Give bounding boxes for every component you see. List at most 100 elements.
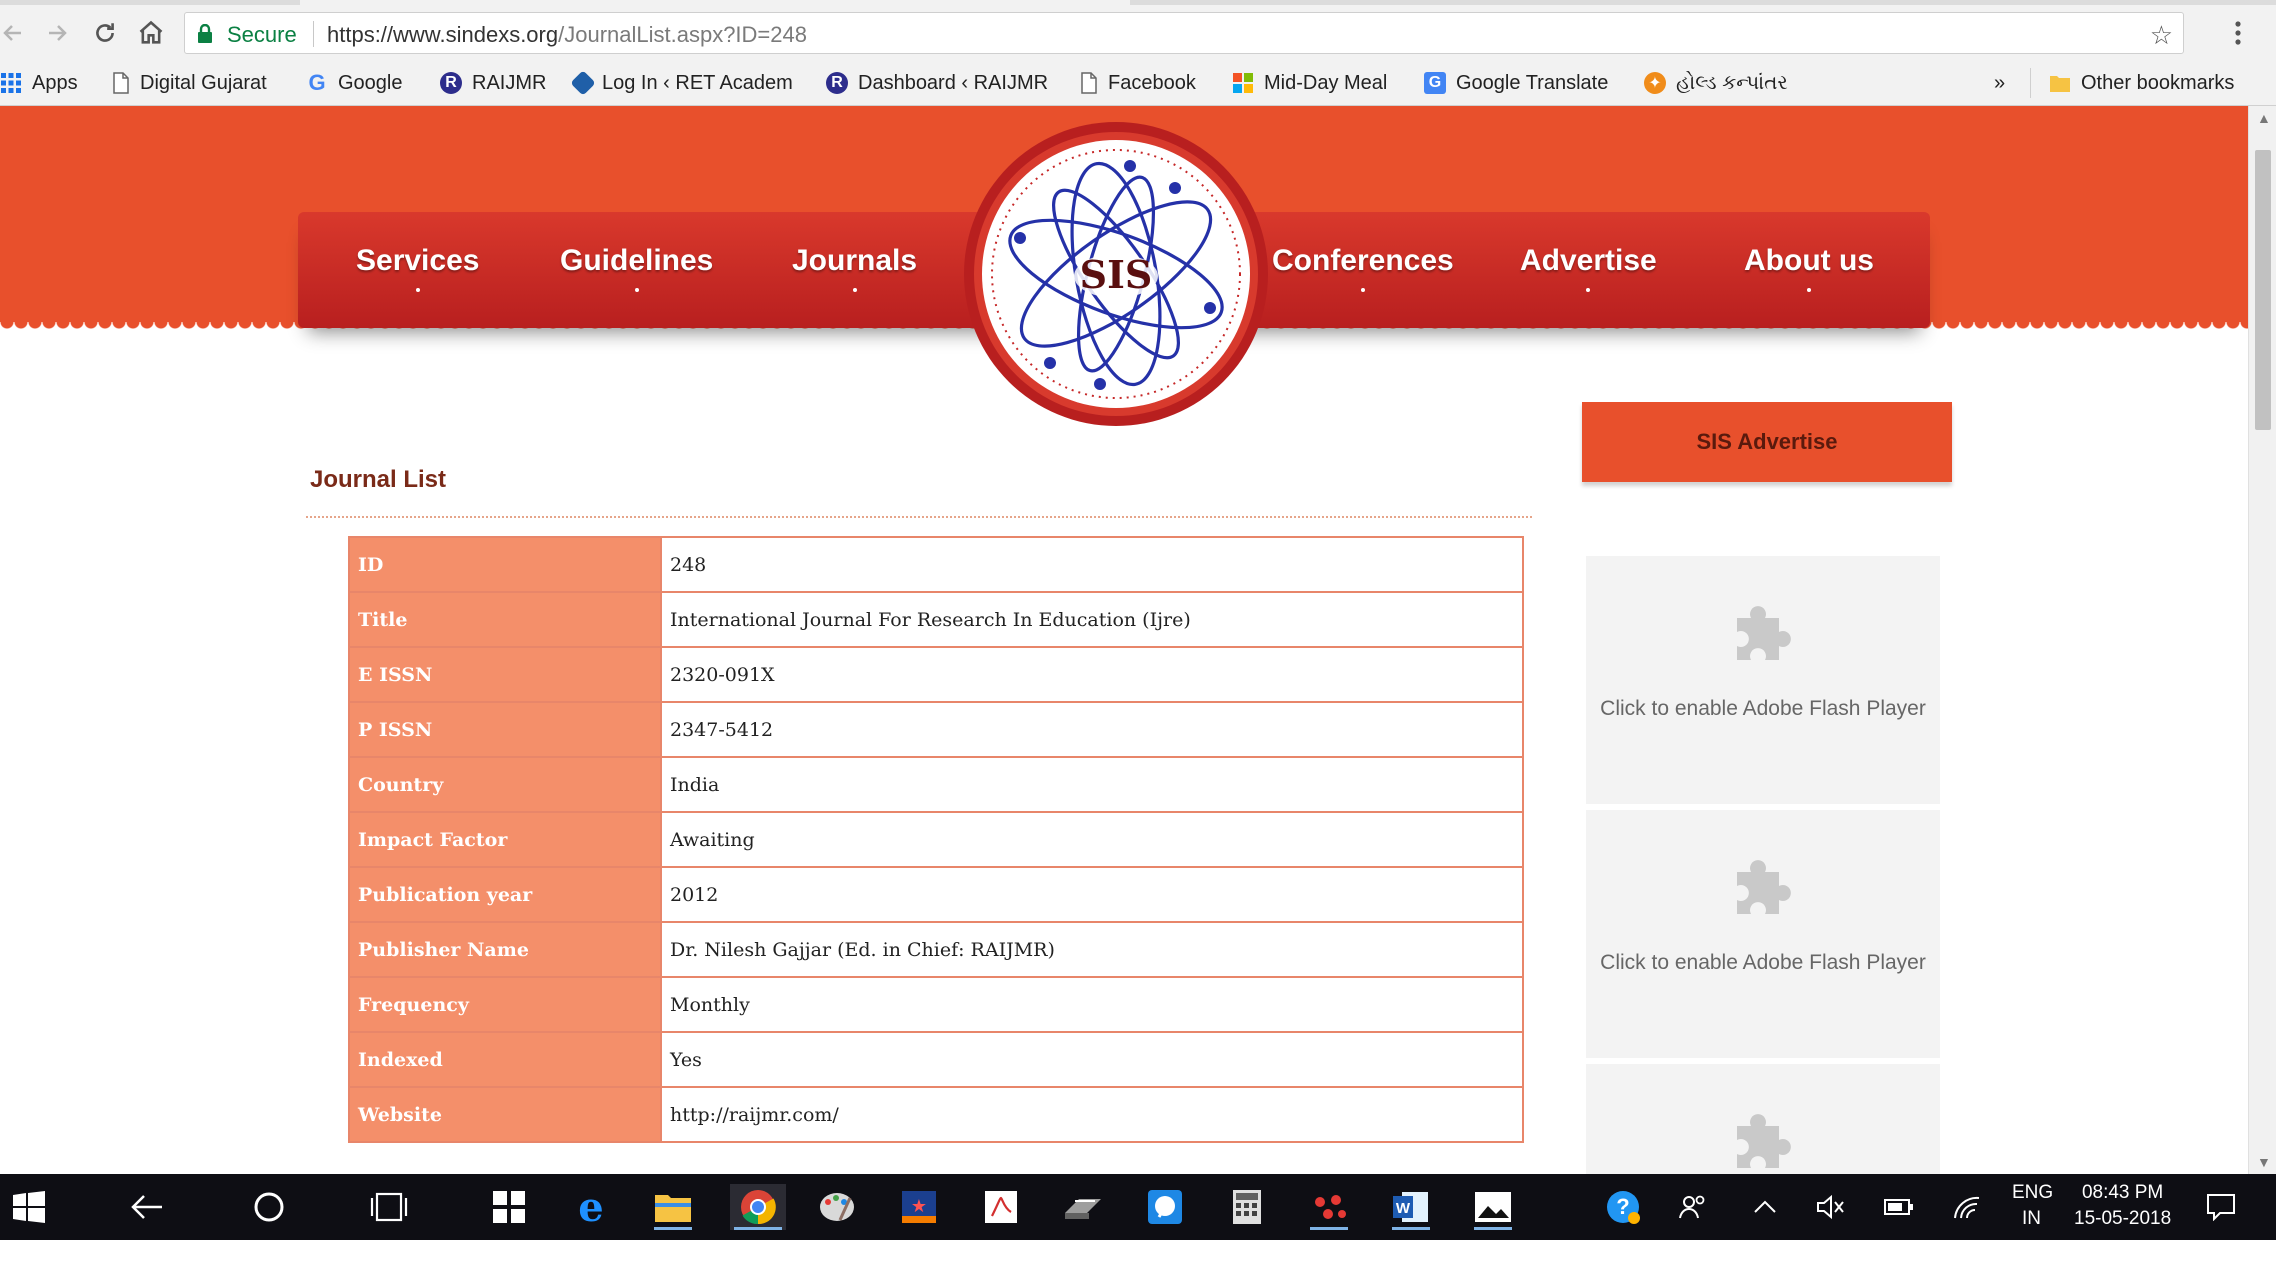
- raijmr-icon: R: [440, 72, 462, 94]
- scrollbar-thumb[interactable]: [2255, 150, 2271, 430]
- secure-label: Secure: [227, 22, 297, 47]
- home-icon: [139, 20, 163, 44]
- screen-bottom-margin: [0, 1240, 2276, 1278]
- nav-about-us[interactable]: About us: [1744, 244, 1874, 292]
- taskbar-scanner[interactable]: [1060, 1184, 1106, 1230]
- other-bookmarks[interactable]: Other bookmarks: [2030, 68, 2234, 98]
- nav-guidelines[interactable]: Guidelines: [560, 244, 713, 292]
- nav-dropdown-dot-icon: [1360, 288, 1365, 292]
- tray-wifi-button[interactable]: [1944, 1184, 1990, 1230]
- start-button[interactable]: [6, 1184, 52, 1230]
- table-row: Country India: [348, 756, 1524, 813]
- page-icon: [113, 72, 129, 94]
- website-link[interactable]: http://raijmr.com/: [660, 1086, 1524, 1143]
- field-value: Yes: [660, 1031, 1524, 1088]
- taskbar-acrobat[interactable]: [978, 1184, 1024, 1230]
- taskbar-network-app[interactable]: [1306, 1184, 1352, 1230]
- nav-conferences[interactable]: Conferences: [1272, 244, 1454, 292]
- bookmarks-overflow-button[interactable]: »: [1994, 68, 2005, 98]
- address-bar[interactable]: Secure https://www.sindexs.org/JournalLi…: [184, 12, 2184, 54]
- table-row: Frequency Monthly: [348, 976, 1524, 1033]
- windows-logo-icon: [13, 1191, 45, 1223]
- forward-button[interactable]: [40, 16, 74, 50]
- raijmr-icon: R: [826, 72, 848, 94]
- bookmark-google-translate[interactable]: G Google Translate: [1424, 68, 1608, 98]
- sis-advertise-button[interactable]: SIS Advertise: [1582, 402, 1952, 482]
- field-label: Frequency: [348, 976, 662, 1033]
- bookmark-apps[interactable]: Apps: [0, 68, 78, 98]
- nav-journals[interactable]: Journals: [792, 244, 917, 292]
- taskbar-chrome[interactable]: [730, 1184, 786, 1230]
- nav-dropdown-dot-icon: [415, 288, 420, 292]
- chat-bubble-icon: [1148, 1190, 1182, 1224]
- table-row: Publisher Name Dr. Nilesh Gajjar (Ed. in …: [348, 921, 1524, 978]
- url-text[interactable]: https://www.sindexs.org/JournalList.aspx…: [327, 22, 807, 48]
- field-label: E ISSN: [348, 646, 662, 703]
- volume-muted-icon: [1817, 1194, 1844, 1220]
- tray-volume-button[interactable]: [1808, 1184, 1854, 1230]
- ret-icon: [570, 70, 596, 96]
- clock[interactable]: 08:43 PM 15-05-2018: [2074, 1182, 2171, 1230]
- tray-help-icon[interactable]: ?: [1600, 1184, 1646, 1230]
- bookmark-label: Mid-Day Meal: [1264, 71, 1388, 94]
- taskbar-calculator[interactable]: [1224, 1184, 1270, 1230]
- nav-services[interactable]: Services: [356, 244, 479, 292]
- chrome-icon: [741, 1190, 776, 1225]
- overflow-chevron-icon: »: [1994, 71, 2006, 94]
- taskbar-file-explorer[interactable]: [650, 1184, 696, 1230]
- page-scrollbar[interactable]: ▲ ▼: [2248, 106, 2276, 1174]
- home-button[interactable]: [134, 16, 168, 50]
- sis-logo[interactable]: SIS: [960, 118, 1272, 430]
- field-value: Awaiting: [660, 811, 1524, 868]
- tray-people-icon[interactable]: [1670, 1184, 1716, 1230]
- bookmark-gujarati[interactable]: ✦ હોલ્ડ કન્પાંતર: [1644, 68, 1788, 98]
- browser-menu-button[interactable]: [2234, 20, 2242, 51]
- tray-show-hidden-button[interactable]: [1742, 1184, 1788, 1230]
- table-row: Impact Factor Awaiting: [348, 811, 1524, 868]
- field-label: Publication year: [348, 866, 662, 923]
- bookmark-dashboard-raijmr[interactable]: R Dashboard ‹ RAIJMR: [826, 68, 1048, 98]
- bookmark-raijmr[interactable]: R RAIJMR: [440, 68, 546, 98]
- cortana-circle-icon: [254, 1192, 284, 1222]
- action-center-button[interactable]: [2198, 1184, 2244, 1230]
- language-indicator[interactable]: ENG IN: [2012, 1182, 2053, 1230]
- taskbar-back-button[interactable]: [124, 1184, 170, 1230]
- taskbar-photos[interactable]: [1470, 1184, 1516, 1230]
- taskbar-chat-app[interactable]: [1142, 1184, 1188, 1230]
- flash-placeholder[interactable]: [1586, 1064, 1940, 1174]
- bookmark-star-icon[interactable]: ☆: [2150, 20, 2173, 51]
- back-button[interactable]: [0, 16, 30, 50]
- flash-placeholder[interactable]: Click to enable Adobe Flash Player: [1586, 556, 1940, 804]
- taskbar-paint[interactable]: [814, 1184, 860, 1230]
- bookmark-google[interactable]: G Google: [306, 68, 402, 98]
- page-title: Journal List: [310, 466, 447, 493]
- nav-advertise[interactable]: Advertise: [1520, 244, 1657, 292]
- table-row: ID 248: [348, 536, 1524, 593]
- flash-placeholder[interactable]: Click to enable Adobe Flash Player: [1586, 810, 1940, 1058]
- bookmark-label: Digital Gujarat: [140, 71, 267, 94]
- lock-icon: [198, 24, 212, 43]
- taskbar-app-store[interactable]: [486, 1184, 532, 1230]
- tray-battery-button[interactable]: [1876, 1184, 1922, 1230]
- cortana-button[interactable]: [246, 1184, 292, 1230]
- bookmark-facebook[interactable]: Facebook: [1080, 68, 1196, 98]
- translate-icon: G: [1424, 72, 1446, 94]
- scroll-up-arrow-icon[interactable]: ▲: [2257, 110, 2271, 126]
- scroll-down-arrow-icon[interactable]: ▼: [2257, 1154, 2271, 1170]
- puzzle-plugin-icon: [1737, 606, 1791, 660]
- journal-details-table: ID 248 Title International Journal For Res…: [348, 536, 1524, 1143]
- taskbar-word[interactable]: W: [1388, 1184, 1434, 1230]
- reload-button[interactable]: [88, 16, 122, 50]
- field-value: India: [660, 756, 1524, 813]
- task-view-button[interactable]: [366, 1184, 412, 1230]
- taskbar-app-star[interactable]: ★: [896, 1184, 942, 1230]
- taskbar-edge[interactable]: e: [568, 1184, 614, 1231]
- table-row: Website http://raijmr.com/: [348, 1086, 1524, 1143]
- active-tab[interactable]: [300, 0, 1130, 5]
- bookmark-mid-day-meal[interactable]: Mid-Day Meal: [1232, 68, 1387, 98]
- bookmark-ret-academy[interactable]: Log In ‹ RET Academ: [570, 68, 793, 98]
- task-view-icon: [370, 1192, 408, 1222]
- bookmark-digital-gujarat[interactable]: Digital Gujarat: [112, 68, 267, 98]
- atom-logo-icon: SIS: [964, 122, 1268, 426]
- running-indicator: [1310, 1227, 1348, 1230]
